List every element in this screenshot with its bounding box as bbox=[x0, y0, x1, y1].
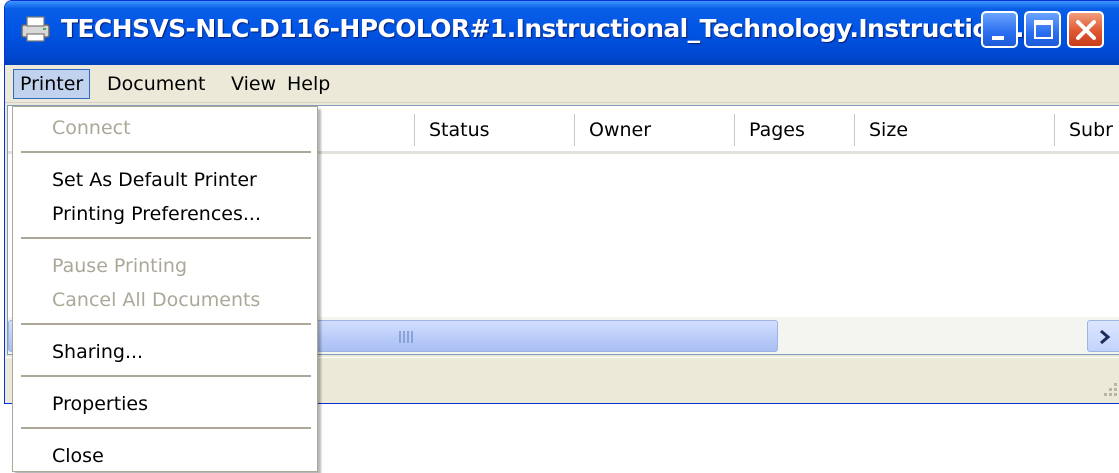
menu-separator bbox=[21, 427, 311, 429]
menu-item-close[interactable]: Close bbox=[15, 439, 315, 473]
scroll-right-button[interactable] bbox=[1087, 320, 1119, 352]
maximize-icon bbox=[1034, 20, 1053, 39]
menu-view[interactable]: View bbox=[225, 69, 282, 99]
menu-bar: Printer Document View Help bbox=[5, 65, 1119, 103]
menu-item-pause-printing: Pause Printing bbox=[52, 255, 188, 277]
close-button[interactable] bbox=[1067, 11, 1104, 48]
column-header-size[interactable]: Size bbox=[854, 114, 1054, 146]
column-header-owner[interactable]: Owner bbox=[574, 114, 734, 146]
menu-item-printing-preferences[interactable]: Printing Preferences... bbox=[15, 197, 315, 231]
menu-help[interactable]: Help bbox=[281, 69, 336, 99]
minimize-icon bbox=[992, 36, 1004, 40]
column-header-submitted[interactable]: Subr bbox=[1054, 114, 1119, 146]
menu-item-set-default-printer[interactable]: Set As Default Printer bbox=[15, 163, 315, 197]
menu-document[interactable]: Document bbox=[101, 69, 211, 99]
menu-item-properties[interactable]: Properties bbox=[15, 387, 315, 421]
grip-icon bbox=[399, 331, 413, 343]
chevron-right-icon bbox=[1100, 329, 1111, 345]
menu-item-sharing[interactable]: Sharing... bbox=[15, 335, 315, 369]
menu-item-connect: Connect bbox=[52, 117, 131, 139]
menu-separator bbox=[21, 323, 311, 325]
column-header-pages[interactable]: Pages bbox=[734, 114, 854, 146]
menu-printer[interactable]: Printer bbox=[13, 69, 91, 99]
close-icon bbox=[1076, 20, 1096, 40]
printer-icon bbox=[21, 16, 50, 42]
column-header-status[interactable]: Status bbox=[414, 114, 574, 146]
title-bar[interactable]: TECHSVS-NLC-D116-HPCOLOR#1.Instructional… bbox=[5, 1, 1119, 65]
menu-item-cancel-all-documents: Cancel All Documents bbox=[52, 289, 261, 311]
minimize-button[interactable] bbox=[981, 11, 1018, 48]
window-title: TECHSVS-NLC-D116-HPCOLOR#1.Instructional… bbox=[61, 14, 1042, 43]
menu-separator bbox=[21, 237, 311, 239]
menu-separator bbox=[21, 151, 311, 153]
printer-menu-dropdown: Connect Set As Default Printer Printing … bbox=[12, 106, 318, 472]
maximize-button[interactable] bbox=[1024, 11, 1061, 48]
resize-grip-icon[interactable] bbox=[1099, 380, 1119, 400]
menu-separator bbox=[21, 375, 311, 377]
